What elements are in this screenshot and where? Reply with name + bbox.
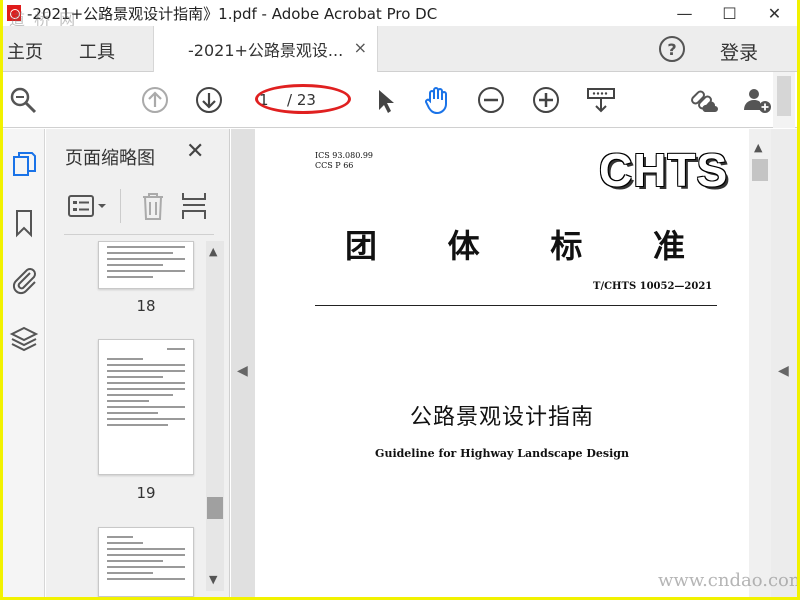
add-user-icon[interactable] (741, 84, 773, 116)
window-controls: — ☐ ✕ (662, 0, 797, 26)
main-toolbar: / 23 (3, 72, 797, 128)
attachment-icon[interactable] (8, 263, 40, 295)
standard-type-heading: 团 体 标 准 (345, 221, 685, 267)
standard-type-char: 团 (345, 227, 378, 265)
thumbnail-page-number: 18 (136, 297, 156, 315)
help-icon[interactable]: ? (659, 36, 685, 62)
document-title-cn: 公路景观设计指南 (409, 405, 594, 430)
scroll-mode-icon[interactable] (585, 84, 617, 116)
search-icon[interactable] (7, 84, 39, 116)
document-scrollbar[interactable]: ▲ (749, 129, 771, 597)
thumbnail-panel: 页面缩略图 ✕ 18 19 ▲ ▼ (46, 129, 230, 597)
next-page-icon[interactable] (193, 84, 225, 116)
maximize-button[interactable]: ☐ (707, 0, 752, 26)
scrollbar-thumb[interactable] (752, 159, 768, 181)
share-link-icon[interactable] (687, 84, 719, 116)
scroll-down-icon[interactable]: ▼ (209, 573, 217, 586)
thumbnail-page-19[interactable] (98, 339, 194, 475)
close-window-button[interactable]: ✕ (752, 0, 797, 26)
chts-logo: CHTS (599, 144, 729, 196)
acrobat-window: -2021+公路景观设计指南》1.pdf - Adobe Acrobat Pro… (3, 0, 797, 597)
navigation-pane (3, 129, 45, 597)
thumbnail-scrollbar[interactable]: ▲ ▼ (206, 241, 224, 591)
thumbnail-page-number: 19 (136, 484, 156, 502)
standard-type-char: 体 (447, 227, 480, 265)
layers-icon[interactable] (8, 323, 40, 355)
document-tab-close-icon[interactable]: × (354, 38, 367, 57)
thumbnail-page-20[interactable] (98, 527, 194, 597)
right-pane-strip: ◀ (771, 129, 797, 597)
delete-icon[interactable] (140, 191, 166, 221)
prev-page-icon[interactable] (139, 84, 171, 116)
tab-bar: 主页 工具 -2021+公路景观设... × ? 登录 (3, 26, 797, 72)
title-bar: -2021+公路景观设计指南》1.pdf - Adobe Acrobat Pro… (3, 0, 797, 26)
home-tab[interactable]: 主页 (7, 38, 43, 64)
options-menu-icon[interactable] (68, 193, 110, 219)
thumbnail-panel-title: 页面缩略图 (65, 148, 155, 169)
toolbar-overflow-scroll (773, 72, 795, 128)
ics-line: ICS 93.080.99 (315, 151, 374, 160)
zoom-out-icon[interactable] (475, 84, 507, 116)
title-divider (315, 305, 717, 306)
standard-type-char: 标 (550, 227, 583, 265)
document-view: ◀ ICS 93.080.99 CCS P 66 CHTS 团 体 标 准 T/… (231, 129, 797, 597)
ics-code: ICS 93.080.99 CCS P 66 (315, 151, 373, 171)
thumbnail-toolbar (64, 179, 214, 235)
tools-tab[interactable]: 工具 (79, 38, 115, 64)
thumbnail-panel-close-icon[interactable]: ✕ (186, 139, 204, 164)
zoom-in-icon[interactable] (530, 84, 562, 116)
select-cursor-icon[interactable] (369, 84, 401, 116)
document-tab[interactable]: -2021+公路景观设... × (153, 26, 378, 72)
insert-pages-icon[interactable] (180, 191, 208, 221)
document-title-en: Guideline for Highway Landscape Design (375, 447, 629, 460)
login-button[interactable]: 登录 (720, 38, 758, 65)
standard-number: T/CHTS 10052—2021 (593, 281, 713, 292)
hand-tool-icon[interactable] (421, 84, 453, 116)
bookmark-icon[interactable] (8, 207, 40, 239)
minimize-button[interactable]: — (662, 0, 707, 26)
scrollbar-thumb[interactable] (207, 497, 223, 519)
standard-type-char: 准 (652, 227, 685, 265)
window-title: -2021+公路景观设计指南》1.pdf - Adobe Acrobat Pro… (27, 4, 438, 23)
expand-right-pane-icon[interactable]: ◀ (778, 363, 789, 379)
collapse-left-pane-icon[interactable]: ◀ (237, 363, 248, 379)
page-navigator: / 23 (251, 86, 341, 114)
page-total: / 23 (287, 91, 316, 109)
thumbnail-page-18[interactable] (98, 241, 194, 289)
watermark-bottom: www.cndao.com (658, 570, 797, 591)
page-thumbnails-icon[interactable] (8, 149, 40, 181)
scroll-up-icon[interactable]: ▲ (209, 245, 217, 258)
current-page-input[interactable] (251, 87, 277, 113)
ccs-line: CCS P 66 (315, 161, 354, 170)
scroll-up-icon[interactable]: ▲ (754, 141, 762, 154)
document-tab-label: -2021+公路景观设... (188, 41, 344, 60)
pdf-page: ICS 93.080.99 CCS P 66 CHTS 团 体 标 准 T/CH… (255, 129, 749, 597)
